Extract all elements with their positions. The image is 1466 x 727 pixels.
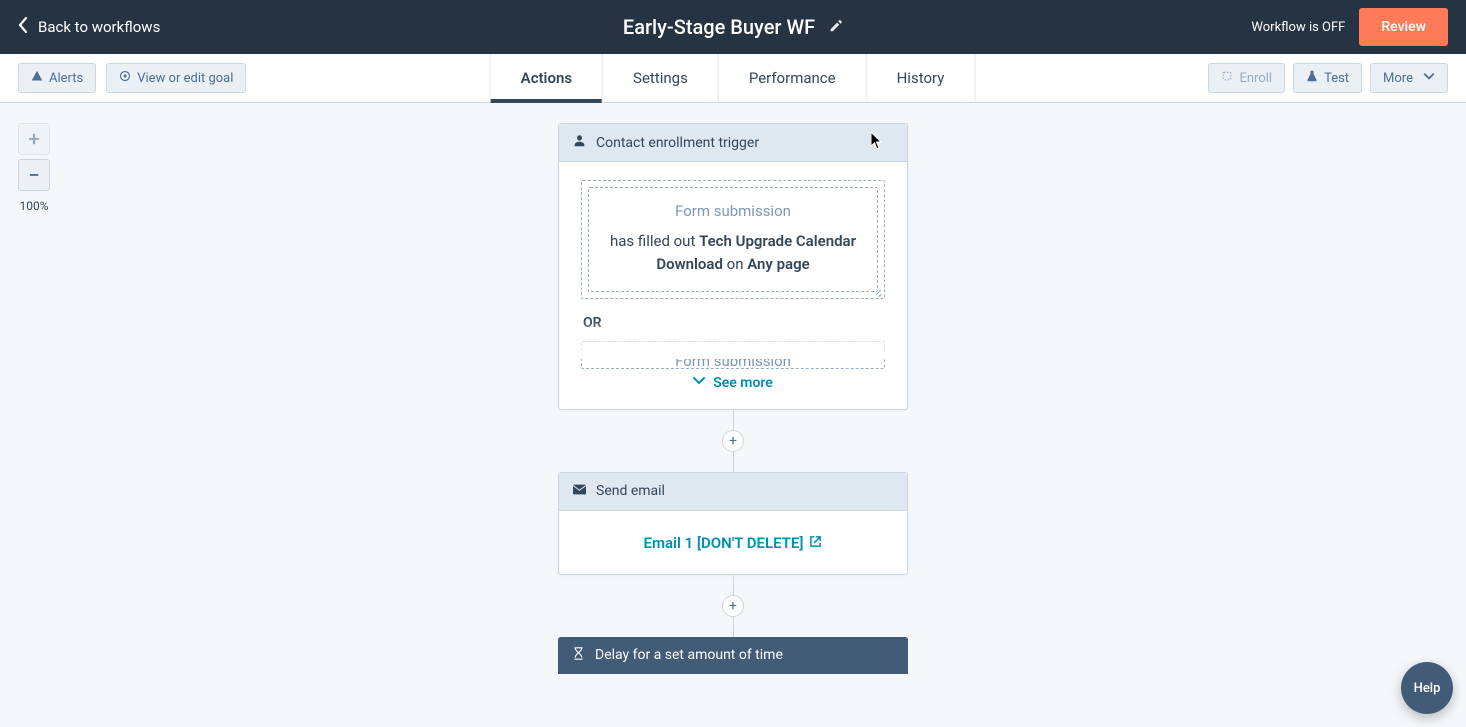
delay-card-header: Delay for a set amount of time [558,637,908,674]
header-right: Workflow is OFF Review [1251,8,1448,46]
toolbar-left: Alerts View or edit goal [18,63,246,93]
chevron-down-icon [693,375,705,391]
connector-line [733,452,734,472]
add-action-button[interactable]: + [722,595,744,617]
send-email-card[interactable]: Send email Email 1 [DON'T DELETE] [558,472,908,575]
contact-icon [573,134,586,151]
filter-middle: on [723,255,747,273]
email-card-header: Send email [559,473,907,511]
alerts-button[interactable]: Alerts [18,63,96,93]
tab-performance[interactable]: Performance [718,54,867,102]
tab-settings[interactable]: Settings [602,54,719,102]
workflow-flow: Contact enrollment trigger Form submissi… [558,123,908,674]
email-card-body: Email 1 [DON'T DELETE] [559,511,907,574]
zoom-out-button[interactable]: − [18,159,50,191]
top-header: Back to workflows Early-Stage Buyer WF W… [0,0,1466,54]
trigger-filter-group[interactable]: Form submission has filled out Tech Upgr… [581,180,885,299]
connector-line [733,575,734,595]
trigger-card-body: Form submission has filled out Tech Upgr… [559,162,907,409]
test-label: Test [1324,71,1349,86]
help-button[interactable]: Help [1401,662,1453,714]
sub-toolbar: Alerts View or edit goal Actions Setting… [0,54,1466,103]
connector-line [733,410,734,430]
trigger-filter-collapsed[interactable]: Form submission [581,341,885,369]
hourglass-icon [572,647,585,664]
tab-history[interactable]: History [866,54,976,102]
workflow-canvas[interactable]: + − 100% Contact enrollment trigger Form… [0,103,1466,727]
trigger-card-title: Contact enrollment trigger [596,135,759,151]
target-icon [119,70,131,86]
toolbar-right: Enroll Test More [1208,63,1448,93]
or-label: OR [583,315,885,331]
view-goal-button[interactable]: View or edit goal [106,63,246,93]
back-to-workflows-link[interactable]: Back to workflows [18,17,160,37]
see-more-label: See more [713,375,773,391]
zoom-level: 100% [19,199,48,213]
delay-card[interactable]: Delay for a set amount of time [558,637,908,674]
pencil-icon[interactable] [829,18,843,37]
see-more-button[interactable]: See more [581,369,885,395]
add-action-button[interactable]: + [722,430,744,452]
filter-type-label: Form submission [601,202,865,220]
filter-description: has filled out Tech Upgrade Calendar Dow… [601,230,865,277]
more-label: More [1383,71,1413,86]
beaker-icon [1306,70,1318,86]
trigger-card-header: Contact enrollment trigger [559,124,907,162]
chevron-left-icon [18,17,28,37]
warning-icon [31,70,43,86]
workflow-title: Early-Stage Buyer WF [623,15,815,39]
filter-prefix: has filled out [610,232,699,250]
delay-card-title: Delay for a set amount of time [595,647,783,663]
workflow-status: Workflow is OFF [1251,20,1345,35]
enroll-label: Enroll [1239,71,1272,86]
trigger-filter[interactable]: Form submission has filled out Tech Upgr… [588,187,878,292]
zoom-in-button[interactable]: + [18,123,50,155]
email-card-title: Send email [596,483,665,499]
envelope-icon [573,483,586,500]
tabs: Actions Settings Performance History [491,54,976,102]
alerts-label: Alerts [49,71,83,86]
more-button[interactable]: More [1370,63,1448,93]
caret-down-icon [1423,70,1435,86]
external-link-icon [809,534,822,552]
review-button[interactable]: Review [1359,8,1448,46]
connector-line [733,617,734,637]
resize-handle-icon[interactable] [872,286,882,296]
email-link[interactable]: Email 1 [DON'T DELETE] [644,534,823,552]
enroll-icon [1221,70,1233,86]
back-label: Back to workflows [38,18,160,36]
enrollment-trigger-card[interactable]: Contact enrollment trigger Form submissi… [558,123,908,410]
email-link-label: Email 1 [DON'T DELETE] [644,534,804,552]
goal-label: View or edit goal [137,71,233,86]
filter-page: Any page [747,255,809,273]
workflow-title-wrap: Early-Stage Buyer WF [623,15,843,39]
test-button[interactable]: Test [1293,63,1362,93]
filter-type-label-2: Form submission [582,352,884,369]
tab-actions[interactable]: Actions [490,54,603,102]
zoom-panel: + − 100% [18,123,50,213]
enroll-button[interactable]: Enroll [1208,63,1285,93]
